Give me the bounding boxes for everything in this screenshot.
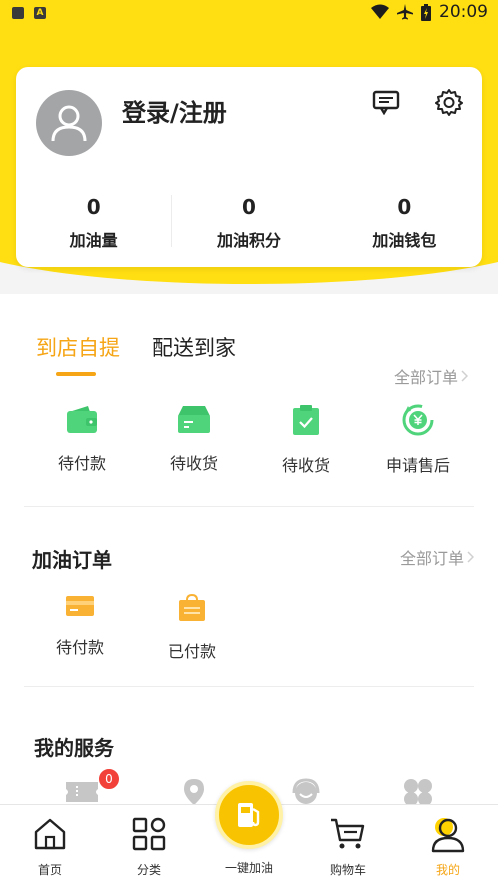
stat-divider xyxy=(171,195,172,247)
fuel-order-status-row: 待付款 已付款 xyxy=(0,594,498,662)
active-tab-indicator xyxy=(56,372,96,376)
category-icon xyxy=(132,817,166,851)
nav-label: 首页 xyxy=(37,863,62,877)
message-icon[interactable] xyxy=(372,89,400,115)
profile-card: 登录/注册 0 加油量 0 加油积分 0 加油钱包 xyxy=(16,67,482,267)
shop-order-status-row: 待付款 待收货 待收货 申请售后 xyxy=(0,404,498,476)
order-status-to-receive[interactable]: 待收货 xyxy=(138,404,250,476)
all-orders-label: 全部订单 xyxy=(400,549,465,568)
bottom-navigation: 首页 分类 一键加油 购物车 我的 xyxy=(0,781,498,886)
order-status-label: 待收货 xyxy=(169,454,218,473)
yen-refund-icon xyxy=(402,404,434,436)
my-services-title: 我的服务 xyxy=(34,736,114,760)
order-status-label: 待付款 xyxy=(57,454,106,473)
fuel-pump-icon xyxy=(238,803,260,827)
wallet-icon xyxy=(67,406,97,433)
grid-apps-icon xyxy=(404,779,432,806)
home-icon xyxy=(34,818,66,850)
order-status-label: 待收货 xyxy=(281,456,330,475)
all-orders-label: 全部订单 xyxy=(394,368,459,387)
nav-label: 我的 xyxy=(435,863,460,877)
inbox-icon xyxy=(178,406,210,433)
stat-label: 加油积分 xyxy=(216,231,281,250)
stat-fuel-points[interactable]: 0 加油积分 xyxy=(171,195,326,251)
notification-icon xyxy=(12,7,24,19)
location-pin-icon xyxy=(184,779,204,805)
battery-icon xyxy=(421,3,431,21)
profile-icon xyxy=(431,818,465,853)
customer-service-icon xyxy=(292,778,320,804)
wifi-icon xyxy=(371,4,389,19)
order-status-label: 待付款 xyxy=(55,638,104,657)
nav-profile[interactable]: 我的 xyxy=(398,805,498,886)
order-status-to-receive-2[interactable]: 待收货 xyxy=(250,404,362,476)
tab-pickup[interactable]: 到店自提 xyxy=(36,332,120,362)
user-icon xyxy=(51,105,87,142)
nav-home[interactable]: 首页 xyxy=(0,805,100,886)
coupon-icon xyxy=(66,782,98,802)
stat-fuel-wallet[interactable]: 0 加油钱包 xyxy=(327,195,482,251)
order-status-label: 已付款 xyxy=(167,642,216,661)
fuel-all-orders-link[interactable]: 全部订单 xyxy=(400,545,475,569)
stat-value: 0 xyxy=(86,195,101,219)
section-divider xyxy=(24,506,474,507)
chevron-right-icon xyxy=(467,551,475,563)
stat-label: 加油钱包 xyxy=(372,231,437,250)
gear-icon[interactable] xyxy=(435,88,463,116)
shop-all-orders-link[interactable]: 全部订单 xyxy=(394,364,469,388)
clipboard-check-icon xyxy=(293,405,319,435)
stat-label: 加油量 xyxy=(69,231,118,250)
service-more[interactable] xyxy=(362,778,474,806)
stat-value: 0 xyxy=(242,195,256,219)
fuel-order-paid[interactable]: 已付款 xyxy=(136,594,248,662)
nav-cart[interactable]: 购物车 xyxy=(298,805,398,886)
login-register-link[interactable]: 登录/注册 xyxy=(122,93,227,128)
tab-delivery[interactable]: 配送到家 xyxy=(152,332,236,362)
status-time: 20:09 xyxy=(439,2,488,22)
service-coupons[interactable]: 0 xyxy=(26,768,138,806)
nav-category[interactable]: 分类 xyxy=(99,805,199,886)
fuel-order-unpaid[interactable]: 待付款 xyxy=(24,594,136,662)
paid-bag-icon xyxy=(179,594,205,621)
cart-icon xyxy=(331,818,365,849)
avatar[interactable] xyxy=(36,90,102,156)
nav-label: 分类 xyxy=(136,863,161,877)
coupon-count-badge: 0 xyxy=(98,768,120,790)
order-status-after-sale[interactable]: 申请售后 xyxy=(362,404,474,476)
card-icon xyxy=(66,596,94,616)
app-notification-icon: A xyxy=(34,7,46,19)
section-divider xyxy=(24,686,474,687)
stat-fuel-volume[interactable]: 0 加油量 xyxy=(16,195,171,251)
order-tabs: 到店自提 配送到家 xyxy=(36,332,236,362)
status-bar: A 20:09 xyxy=(0,0,498,26)
profile-stats: 0 加油量 0 加油积分 0 加油钱包 xyxy=(16,195,482,251)
stat-value: 0 xyxy=(397,195,412,219)
chevron-right-icon xyxy=(461,370,469,382)
nav-fuel-label[interactable]: 一键加油 xyxy=(199,859,299,876)
orders-panel: 到店自提 配送到家 全部订单 待付款 待收货 待收货 申请售后 加油订单 全部订… xyxy=(0,294,498,814)
airplane-icon xyxy=(397,4,413,20)
nav-label: 购物车 xyxy=(329,863,366,877)
one-click-fuel-button[interactable] xyxy=(215,781,283,849)
order-status-label: 申请售后 xyxy=(385,456,450,475)
fuel-orders-title: 加油订单 xyxy=(32,548,112,572)
order-status-unpaid[interactable]: 待付款 xyxy=(26,404,138,476)
